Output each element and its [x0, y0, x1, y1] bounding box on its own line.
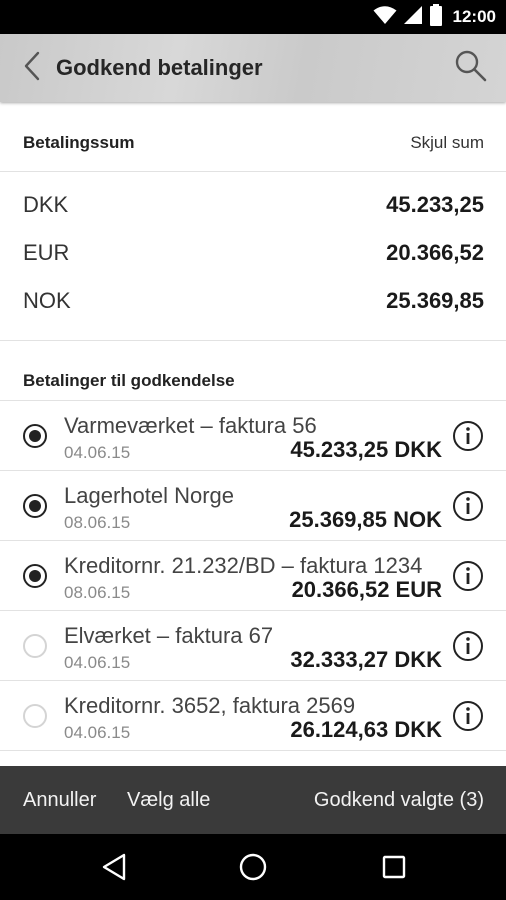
status-bar: 12:00	[0, 0, 506, 34]
sum-amount: 45.233,25	[386, 192, 484, 217]
cancel-button[interactable]: Annuller	[23, 766, 96, 834]
info-icon[interactable]	[452, 490, 484, 522]
nav-recents-icon[interactable]	[378, 851, 410, 883]
payment-name: Varmeværket – faktura 56	[64, 413, 317, 438]
payment-row[interactable]: Kreditornr. 3652, faktura 2569 04.06.15 …	[0, 680, 506, 750]
app-bar: Godkend betalinger	[0, 34, 506, 102]
page-title: Godkend betalinger	[56, 55, 263, 80]
payment-date: 04.06.15	[64, 653, 131, 672]
payment-amount: 32.333,27 DKK	[290, 647, 442, 672]
list-section-header: Betalinger til godkendelse	[0, 352, 506, 400]
payment-row[interactable]: Kreditornr. 21.232/BD – faktura 1234 08.…	[0, 540, 506, 610]
sum-section-header: Betalingssum Skjul sum	[0, 114, 506, 172]
radio-icon[interactable]	[23, 494, 47, 518]
search-button[interactable]	[452, 49, 490, 87]
radio-icon[interactable]	[23, 704, 47, 728]
payment-amount: 25.369,85 NOK	[289, 507, 442, 532]
radio-icon[interactable]	[23, 424, 47, 448]
payment-amount: 45.233,25 DKK	[290, 437, 442, 462]
approve-selected-button[interactable]: Godkend valgte (3)	[314, 766, 484, 834]
payment-date: 08.06.15	[64, 583, 131, 602]
select-all-button[interactable]: Vælg alle	[127, 766, 210, 834]
sum-section-label: Betalingssum	[23, 133, 135, 152]
divider	[0, 750, 506, 751]
divider	[0, 340, 506, 341]
payment-date: 04.06.15	[64, 723, 131, 742]
sum-currency: NOK	[23, 288, 71, 313]
battery-icon	[429, 3, 443, 31]
status-time: 12:00	[452, 7, 496, 26]
radio-icon[interactable]	[23, 634, 47, 658]
info-icon[interactable]	[452, 700, 484, 732]
payment-amount: 20.366,52 EUR	[291, 577, 442, 602]
action-bar: Annuller Vælg alle Godkend valgte (3)	[0, 766, 506, 834]
payment-date: 04.06.15	[64, 443, 131, 462]
payment-name: Kreditornr. 21.232/BD – faktura 1234	[64, 553, 423, 578]
hide-sum-toggle[interactable]: Skjul sum	[410, 114, 484, 172]
payment-row[interactable]: Elværket – faktura 67 04.06.15 32.333,27…	[0, 610, 506, 680]
sum-row: EUR 20.366,52	[0, 229, 506, 277]
wifi-icon	[373, 5, 397, 30]
payment-name: Elværket – faktura 67	[64, 623, 274, 648]
nav-back-icon[interactable]	[98, 851, 130, 883]
payment-name: Lagerhotel Norge	[64, 483, 235, 508]
payment-row[interactable]: Varmeværket – faktura 56 04.06.15 45.233…	[0, 400, 506, 470]
info-icon[interactable]	[452, 420, 484, 452]
payment-row[interactable]: Lagerhotel Norge 08.06.15 25.369,85 NOK	[0, 470, 506, 540]
payment-name: Kreditornr. 3652, faktura 2569	[64, 693, 356, 718]
nav-home-icon[interactable]	[237, 851, 269, 883]
payment-amount: 26.124,63 DKK	[290, 717, 442, 742]
search-icon	[454, 49, 488, 88]
info-icon[interactable]	[452, 630, 484, 662]
signal-icon	[403, 5, 423, 30]
back-arrow-icon	[22, 51, 42, 86]
sum-amount: 25.369,85	[386, 288, 484, 313]
sum-amount: 20.366,52	[386, 240, 484, 265]
sum-row: NOK 25.369,85	[0, 277, 506, 325]
payment-date: 08.06.15	[64, 513, 131, 532]
sum-row: DKK 45.233,25	[0, 181, 506, 229]
navigation-bar	[0, 834, 506, 900]
info-icon[interactable]	[452, 560, 484, 592]
back-button[interactable]	[14, 50, 50, 86]
status-icons: 12:00	[373, 0, 496, 34]
sum-currency: DKK	[23, 192, 69, 217]
radio-icon[interactable]	[23, 564, 47, 588]
sum-currency: EUR	[23, 240, 70, 265]
